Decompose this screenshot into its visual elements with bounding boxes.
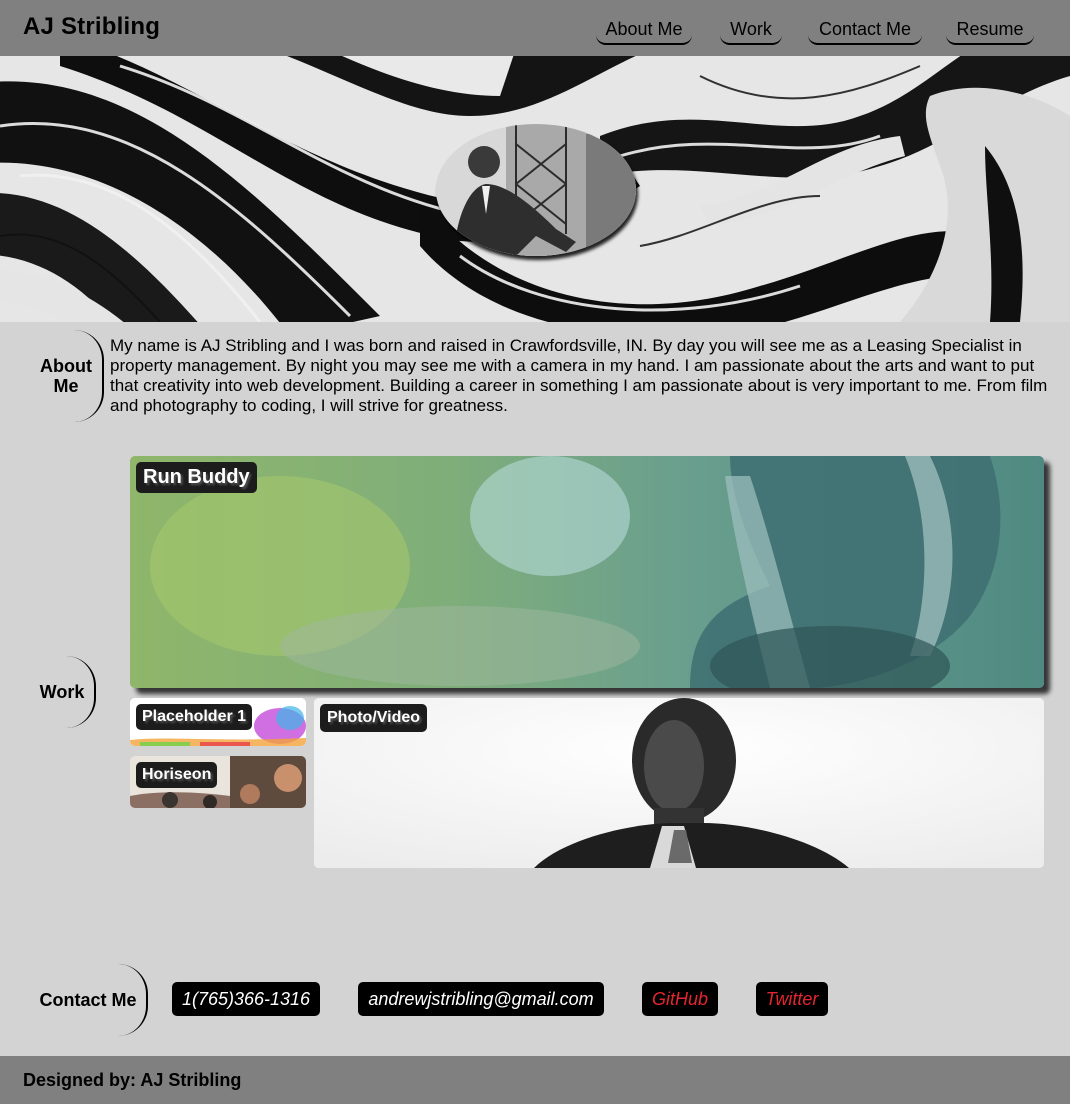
work-label: Work: [30, 656, 96, 728]
nav-about-me[interactable]: About Me: [596, 17, 692, 45]
photo-video-title: Photo/Video: [320, 704, 428, 732]
horiseon-title: Horiseon: [136, 762, 218, 788]
about-me-text: My name is AJ Stribling and I was born a…: [110, 336, 1048, 415]
contact-twitter-link[interactable]: Twitter: [756, 982, 828, 1016]
site-footer: Designed by: AJ Stribling: [0, 1056, 1070, 1104]
run-buddy-image: [130, 456, 1044, 688]
hero-banner: [0, 56, 1070, 322]
nav-work[interactable]: Work: [720, 17, 782, 45]
nav-resume[interactable]: Resume: [946, 17, 1034, 45]
contact-github-link[interactable]: GitHub: [642, 982, 718, 1016]
contact-email[interactable]: andrewjstribling@gmail.com: [358, 982, 604, 1016]
site-brand: AJ Stribling: [23, 13, 161, 40]
site-header: AJ Stribling About Me Work Contact Me Re…: [0, 0, 1070, 56]
project-card-run-buddy[interactable]: Run Buddy: [130, 456, 1044, 688]
project-card-photo-video[interactable]: Photo/Video: [314, 698, 1044, 868]
run-buddy-title: Run Buddy: [136, 462, 257, 493]
nav-contact-me[interactable]: Contact Me: [808, 17, 922, 45]
project-card-horiseon[interactable]: Horiseon: [130, 756, 306, 808]
contact-phone[interactable]: 1(765)366-1316: [172, 982, 320, 1016]
placeholder-1-title: Placeholder 1: [136, 704, 253, 730]
contact-me-label: Contact Me: [30, 964, 148, 1036]
profile-photo: [436, 124, 636, 256]
project-card-placeholder-1[interactable]: Placeholder 1: [130, 698, 306, 746]
about-me-label: About Me: [30, 330, 104, 422]
footer-credit: Designed by: AJ Stribling: [23, 1070, 242, 1090]
